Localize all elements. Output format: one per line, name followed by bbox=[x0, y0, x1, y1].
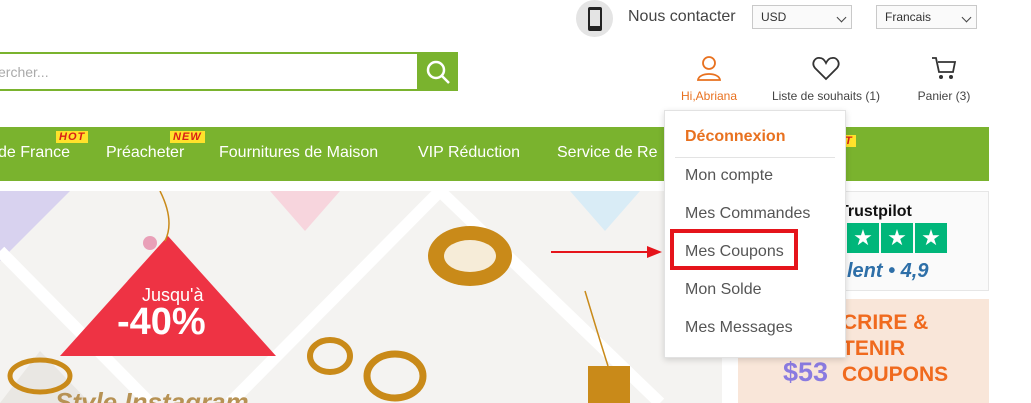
logout-link[interactable]: Déconnexion bbox=[685, 128, 785, 146]
nav-item-preacheter[interactable]: Préacheter NEW bbox=[106, 131, 205, 162]
nav-item-label: Fournitures de Maison bbox=[219, 144, 379, 161]
cart-label: Panier (3) bbox=[917, 89, 971, 103]
wishlist-link[interactable]: Liste de souhaits (1) bbox=[764, 55, 888, 103]
nav-item-fournitures[interactable]: Fournitures de Maison bbox=[219, 144, 378, 162]
promo-line3: COUPONS bbox=[842, 363, 949, 386]
language-select[interactable]: Francais bbox=[876, 5, 977, 29]
phone-icon-circle bbox=[576, 0, 613, 37]
star-icon: ★ bbox=[847, 223, 879, 253]
account-label: Hi,Abriana bbox=[680, 89, 738, 103]
banner-bottom-text: Style Instagram bbox=[55, 387, 249, 403]
highlight-box bbox=[670, 229, 798, 270]
currency-select[interactable]: USD bbox=[752, 5, 852, 29]
star-icon: ★ bbox=[881, 223, 913, 253]
phone-icon bbox=[587, 6, 602, 31]
banner-background bbox=[0, 191, 665, 403]
menu-item-mes-messages[interactable]: Mes Messages bbox=[685, 319, 793, 337]
account-menu-trigger[interactable]: Hi,Abriana bbox=[670, 55, 748, 103]
chevron-down-icon bbox=[836, 12, 847, 23]
contact-link[interactable]: Nous contacter bbox=[628, 8, 736, 26]
nav-item-france[interactable]: de France HOT bbox=[0, 131, 89, 162]
search-field[interactable] bbox=[0, 52, 417, 91]
search-button[interactable] bbox=[417, 52, 458, 91]
nav-item-label: VIP Réduction bbox=[418, 144, 520, 161]
nav-item-label: Service de Re bbox=[557, 144, 658, 161]
nav-item-service[interactable]: Service de Re bbox=[557, 144, 658, 162]
nav-item-label: de France bbox=[0, 144, 71, 161]
menu-item-mon-solde[interactable]: Mon Solde bbox=[685, 281, 762, 299]
cart-icon bbox=[932, 57, 957, 79]
hot-badge: HOT bbox=[56, 131, 89, 143]
user-icon bbox=[696, 56, 722, 81]
hero-banner[interactable]: Jusqu'à -40% Style Instagram bbox=[0, 191, 722, 403]
promo-line2: TENIR bbox=[842, 337, 905, 360]
search-icon bbox=[426, 60, 450, 84]
promo-amount: $53 bbox=[783, 357, 829, 387]
new-badge: NEW bbox=[170, 131, 205, 143]
heart-icon bbox=[812, 57, 840, 81]
trustpilot-stars: ★ ★ ★ bbox=[847, 223, 947, 253]
nav-item-vip[interactable]: VIP Réduction bbox=[418, 144, 520, 162]
nav-item-label: Préacheter bbox=[106, 144, 185, 161]
cart-link[interactable]: Panier (3) bbox=[908, 55, 980, 103]
currency-value: USD bbox=[761, 10, 787, 24]
search-input[interactable] bbox=[0, 54, 417, 89]
trustpilot-brand: Trustpilot bbox=[839, 203, 912, 220]
menu-divider bbox=[675, 157, 835, 158]
menu-item-mon-compte[interactable]: Mon compte bbox=[685, 167, 773, 185]
trustpilot-rating: lent • 4,9 bbox=[847, 260, 929, 282]
menu-item-mes-commandes[interactable]: Mes Commandes bbox=[685, 205, 810, 223]
star-icon: ★ bbox=[915, 223, 947, 253]
chevron-down-icon bbox=[961, 12, 972, 23]
wishlist-label: Liste de souhaits (1) bbox=[771, 89, 881, 103]
discount-value: -40% bbox=[117, 301, 206, 343]
promo-line1: CRIRE & bbox=[842, 311, 929, 334]
arrow-icon bbox=[551, 246, 662, 258]
language-value: Francais bbox=[885, 10, 932, 24]
